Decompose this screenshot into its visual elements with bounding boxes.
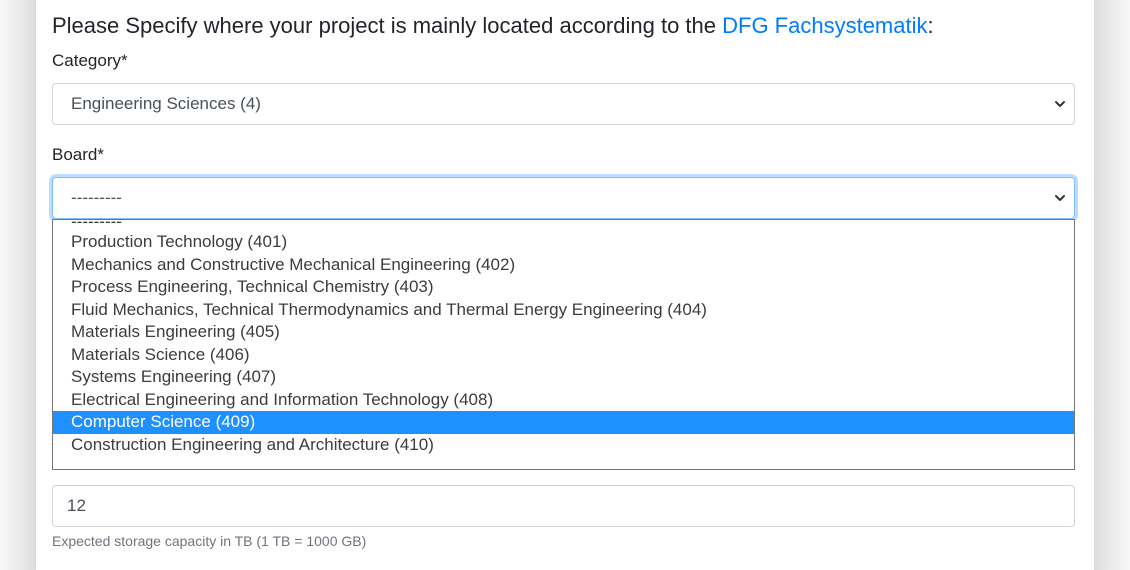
board-option-403[interactable]: Process Engineering, Technical Chemistry… <box>53 276 1074 299</box>
chevron-down-icon <box>1055 101 1065 107</box>
board-option-empty[interactable]: --------- <box>53 220 1074 231</box>
storage-capacity-help: Expected storage capacity in TB (1 TB = … <box>52 533 367 549</box>
board-select-value: --------- <box>71 188 122 207</box>
board-option-405[interactable]: Materials Engineering (405) <box>53 321 1074 344</box>
page-shadow-left <box>0 0 36 570</box>
board-dropdown-list[interactable]: --------- Production Technology (401) Me… <box>52 219 1075 470</box>
board-option-408[interactable]: Electrical Engineering and Information T… <box>53 389 1074 412</box>
heading-text: Please Specify where your project is mai… <box>52 13 723 38</box>
board-option-402[interactable]: Mechanics and Constructive Mechanical En… <box>53 254 1074 277</box>
board-option-409[interactable]: Computer Science (409) <box>53 411 1074 434</box>
heading-suffix: : <box>927 13 934 38</box>
board-option-404[interactable]: Fluid Mechanics, Technical Thermodynamic… <box>53 299 1074 322</box>
page-shadow-right <box>1094 0 1130 570</box>
board-option-406[interactable]: Materials Science (406) <box>53 344 1074 367</box>
storage-capacity-input[interactable]: 12 <box>52 485 1075 527</box>
board-option-407[interactable]: Systems Engineering (407) <box>53 366 1074 389</box>
dfg-fachsystematik-link[interactable]: DFG Fachsystematik <box>722 13 927 38</box>
storage-capacity-value: 12 <box>67 496 86 515</box>
chevron-down-icon <box>1055 195 1065 201</box>
category-label: Category* <box>52 51 128 70</box>
page-heading: Please Specify where your project is mai… <box>52 12 934 40</box>
board-option-410[interactable]: Construction Engineering and Architectur… <box>53 434 1074 457</box>
category-select[interactable]: Engineering Sciences (4) <box>52 83 1075 125</box>
board-option-401[interactable]: Production Technology (401) <box>53 231 1074 254</box>
board-select[interactable]: --------- <box>52 177 1075 219</box>
board-label: Board* <box>52 145 104 164</box>
form-card: Please Specify where your project is mai… <box>36 0 1094 570</box>
category-select-value: Engineering Sciences (4) <box>71 94 261 113</box>
